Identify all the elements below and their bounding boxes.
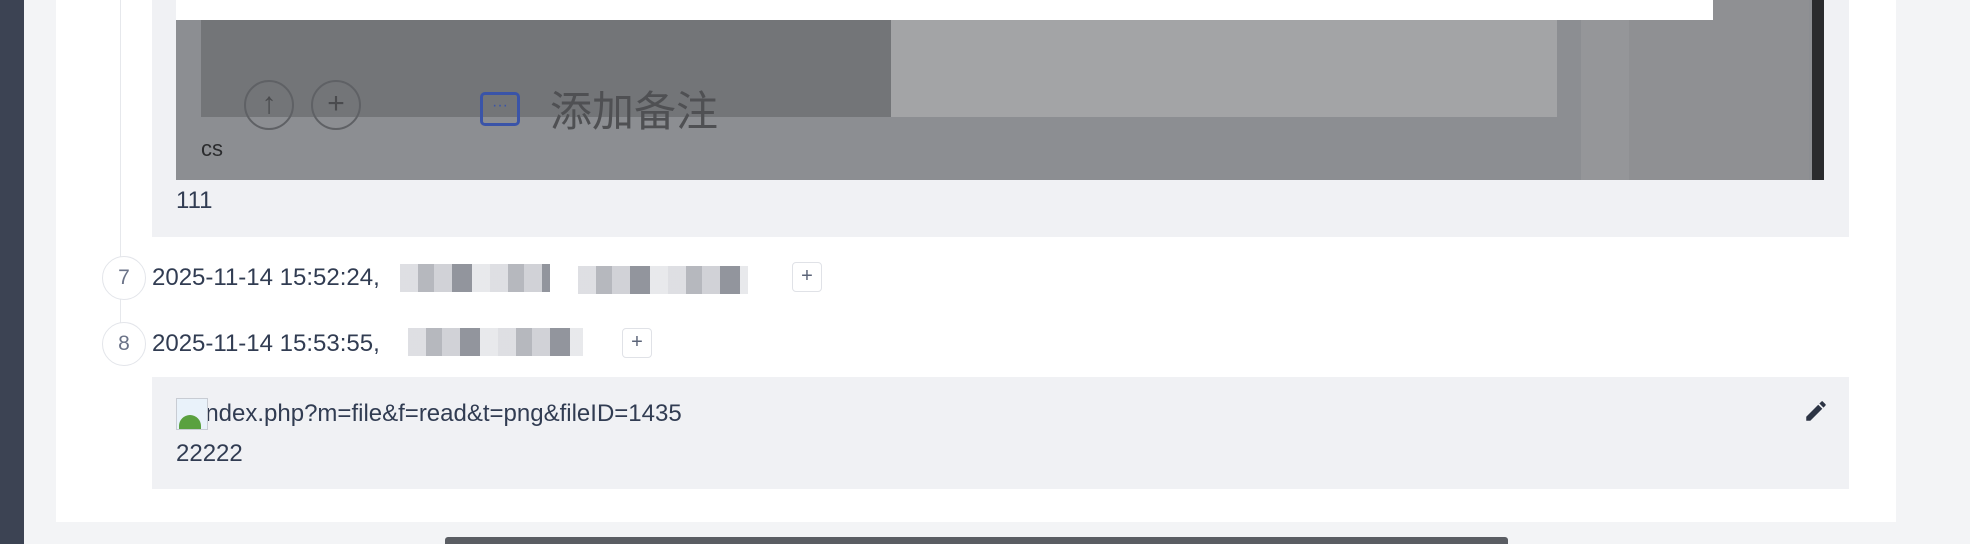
screenshot-up-button: ↑	[244, 80, 294, 130]
left-nav-strip	[0, 0, 24, 544]
redacted-text	[578, 266, 748, 294]
comment-text: 111	[176, 187, 213, 214]
expand-changes-button[interactable]: +	[792, 262, 822, 292]
embedded-screenshot-image[interactable]: ↑ + ··· 添加备注 cs	[176, 0, 1824, 180]
screenshot-caption: cs	[201, 136, 223, 161]
note-icon: ···	[480, 92, 520, 126]
expand-changes-button[interactable]: +	[622, 328, 652, 358]
history-index-badge: 8	[102, 322, 146, 366]
broken-image[interactable]: index.php?m=file&f=read&t=png&fileID=143…	[176, 394, 682, 434]
history-timestamp: 2025-11-14 15:52:24,	[152, 264, 380, 291]
screenshot-plus-button: +	[311, 80, 361, 130]
redacted-text	[408, 328, 583, 356]
history-item: 7 2025-11-14 15:52:24, +	[102, 256, 1302, 300]
screenshot-column	[1629, 0, 1809, 180]
pencil-icon[interactable]	[1803, 398, 1829, 424]
broken-image-icon	[176, 398, 208, 430]
history-item: 8 2025-11-14 15:53:55, +	[102, 322, 1302, 366]
screenshot-column	[1581, 0, 1629, 180]
comment-text: 22222	[176, 440, 243, 467]
redacted-text	[400, 264, 550, 292]
history-index-badge: 7	[102, 256, 146, 300]
history-timestamp: 2025-11-14 15:53:55,	[152, 330, 380, 357]
horizontal-scrollbar-thumb[interactable]	[445, 537, 1508, 544]
image-alt-text: index.php?m=file&f=read&t=png&fileID=143…	[200, 400, 682, 427]
screenshot-edge	[1812, 0, 1824, 180]
screenshot-note-label: 添加备注	[550, 87, 719, 136]
screenshot-dialog	[176, 0, 1713, 20]
